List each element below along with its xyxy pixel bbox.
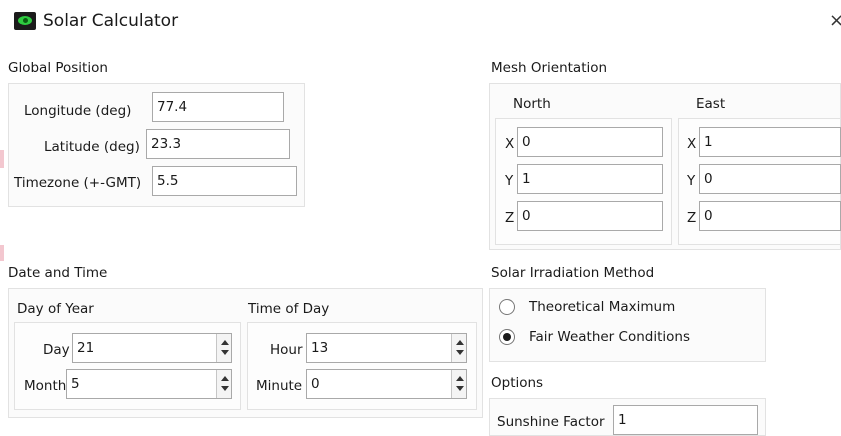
north-z-label: Z — [505, 210, 515, 226]
day-value: 21 — [77, 340, 95, 356]
time-of-day-label: Time of Day — [248, 301, 330, 317]
longitude-input[interactable]: 77.4 — [152, 92, 284, 122]
east-label: East — [696, 96, 726, 112]
spin-down-icon[interactable] — [221, 386, 229, 391]
radio-button[interactable] — [499, 299, 515, 315]
spin-up-icon[interactable] — [456, 376, 464, 381]
spin-down-icon[interactable] — [456, 350, 464, 355]
latitude-label: Latitude (deg) — [44, 139, 140, 155]
east-y-label: Y — [687, 173, 696, 189]
spin-up-icon[interactable] — [221, 376, 229, 381]
north-z-input[interactable]: 0 — [517, 201, 663, 231]
hour-label: Hour — [270, 342, 303, 358]
radio-button-selected[interactable] — [499, 329, 515, 345]
minute-label: Minute — [256, 378, 303, 394]
day-label: Day — [43, 342, 70, 358]
month-value: 5 — [71, 376, 80, 392]
spin-down-icon[interactable] — [221, 350, 229, 355]
minute-spinner[interactable] — [451, 370, 466, 398]
north-label: North — [513, 96, 551, 112]
east-y-input[interactable]: 0 — [699, 164, 841, 194]
day-spinner[interactable] — [216, 334, 231, 362]
app-icon — [14, 12, 36, 30]
east-x-input[interactable]: 1 — [699, 127, 841, 157]
options-label: Options — [491, 375, 544, 391]
edge-mark — [0, 245, 4, 261]
north-y-input[interactable]: 1 — [517, 164, 663, 194]
latitude-input[interactable]: 23.3 — [146, 129, 290, 159]
date-time-label: Date and Time — [8, 265, 108, 281]
hour-value: 13 — [311, 340, 329, 356]
irradiation-method-label: Solar Irradiation Method — [491, 265, 655, 281]
global-position-label: Global Position — [8, 60, 108, 76]
minute-value: 0 — [311, 376, 320, 392]
minute-input[interactable]: 0 — [306, 369, 467, 399]
east-z-input[interactable]: 0 — [699, 201, 841, 231]
sunshine-factor-input[interactable]: 1 — [613, 405, 758, 435]
day-of-year-label: Day of Year — [17, 301, 94, 317]
close-icon[interactable]: × — [829, 10, 841, 31]
month-label: Month — [24, 378, 67, 394]
north-x-input[interactable]: 0 — [517, 127, 663, 157]
timezone-input[interactable]: 5.5 — [152, 166, 297, 196]
window-title: Solar Calculator — [43, 11, 179, 31]
spin-up-icon[interactable] — [456, 340, 464, 345]
spin-down-icon[interactable] — [456, 386, 464, 391]
radio-label: Theoretical Maximum — [529, 299, 676, 315]
east-z-label: Z — [687, 210, 697, 226]
radio-dot-icon — [503, 333, 511, 341]
edge-mark — [0, 150, 4, 168]
radio-fair-weather-conditions[interactable]: Fair Weather Conditions — [499, 328, 759, 350]
mesh-orientation-label: Mesh Orientation — [491, 60, 608, 76]
radio-label: Fair Weather Conditions — [529, 329, 690, 345]
north-x-label: X — [505, 136, 515, 152]
month-spinner[interactable] — [216, 370, 231, 398]
radio-theoretical-maximum[interactable]: Theoretical Maximum — [499, 298, 759, 320]
title-bar: Solar Calculator × — [0, 0, 841, 46]
hour-spinner[interactable] — [451, 334, 466, 362]
east-x-label: X — [687, 136, 697, 152]
timezone-label: Timezone (+-GMT) — [14, 175, 142, 191]
day-input[interactable]: 21 — [72, 333, 232, 363]
north-y-label: Y — [505, 173, 514, 189]
longitude-label: Longitude (deg) — [24, 103, 132, 119]
hour-input[interactable]: 13 — [306, 333, 467, 363]
sunshine-factor-label: Sunshine Factor — [497, 414, 605, 430]
spin-up-icon[interactable] — [221, 340, 229, 345]
month-input[interactable]: 5 — [66, 369, 232, 399]
